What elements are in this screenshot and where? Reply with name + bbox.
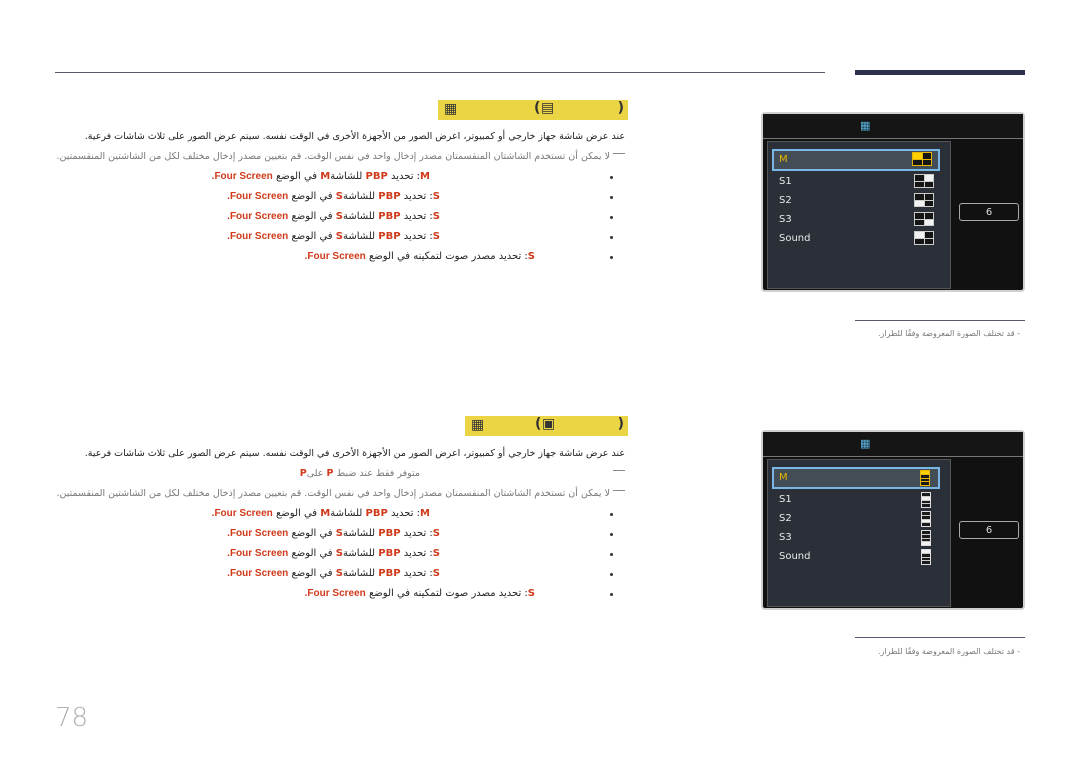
- bullet-dot: [610, 216, 613, 219]
- osd-menu: ▦ M S1 S2 S3 Sound 6: [761, 112, 1025, 292]
- bullet-item: M: تحديد PBP للشاشةM في الوضع Four Scree…: [212, 508, 615, 522]
- osd-return-button[interactable]: 6: [959, 203, 1019, 221]
- osd-header: ▦: [763, 114, 1023, 139]
- title-paren-close: ): [617, 416, 624, 432]
- bullet-item: S: تحديد PBP للشاشةS في الوضع Four Scree…: [227, 231, 615, 245]
- footnote-rule: [855, 320, 1025, 321]
- note-dash: [613, 153, 625, 154]
- intro-paragraph: عند عرض شاشة جهاز خارجي أو كمبيوتر، اعرض…: [84, 131, 625, 142]
- bullet-item: S: تحديد PBP للشاشةS في الوضع Four Scree…: [227, 211, 615, 225]
- osd-item-main[interactable]: M: [772, 149, 940, 171]
- bullet-item: S: تحديد PBP للشاشةS في الوضع Four Scree…: [227, 191, 615, 205]
- pbp-icon: ▦: [471, 417, 485, 433]
- bullet-dot: [610, 196, 613, 199]
- stacked-layout-icon: [921, 530, 931, 546]
- bullet-dot: [610, 513, 613, 516]
- osd-item-sub1[interactable]: S1: [774, 173, 940, 191]
- pbp-icon: ▦: [860, 437, 871, 450]
- osd-header: ▦: [763, 432, 1023, 457]
- bullet-dot: [610, 553, 613, 556]
- page-number: 78: [55, 703, 89, 733]
- quad-layout-icon: [914, 212, 934, 226]
- title-paren-close: ): [617, 100, 624, 116]
- bullet-dot: [610, 176, 613, 179]
- note-item: متوفر فقط عند ضبط P علىP: [300, 468, 625, 479]
- section-title-bar: ▦ ( ▣ ): [465, 416, 628, 436]
- bullet-dot: [610, 573, 613, 576]
- header-accent-bar: [855, 70, 1025, 75]
- bullet-item: S: تحديد مصدر صوت لتمكينه في الوضع Four …: [240, 588, 615, 602]
- bullet-item: S: تحديد مصدر صوت لتمكينه في الوضع Four …: [240, 251, 615, 265]
- osd-item-sub2[interactable]: S2: [774, 192, 940, 210]
- quad-layout-icon: [914, 174, 934, 188]
- bullet-dot: [610, 236, 613, 239]
- osd-item-main[interactable]: M: [772, 467, 940, 489]
- footnote-rule: [855, 637, 1025, 638]
- note-dash: [613, 470, 625, 471]
- osd-item-sub2[interactable]: S2: [774, 510, 940, 528]
- pbp-size-icon: ▤: [541, 100, 555, 116]
- bullet-item: S: تحديد PBP للشاشةS في الوضع Four Scree…: [227, 568, 615, 582]
- pbp-size-icon: ▣: [542, 416, 556, 432]
- bullet-item: M: تحديد PBP للشاشةM في الوضع Four Scree…: [212, 171, 615, 185]
- title-paren-open: (: [534, 100, 541, 116]
- header-rule: [55, 72, 825, 73]
- osd-list: M S1 S2 S3 Sound: [767, 459, 951, 607]
- bullet-dot: [610, 533, 613, 536]
- osd-item-sub1[interactable]: S1: [774, 491, 940, 509]
- footnote: - قد تختلف الصورة المعروضة وفقًا للطراز.: [877, 647, 1020, 656]
- bullet-item: S: تحديد PBP للشاشةS في الوضع Four Scree…: [227, 528, 615, 542]
- bullet-dot: [610, 256, 613, 259]
- stacked-layout-icon: [921, 492, 931, 508]
- osd-menu: ▦ M S1 S2 S3 Sound 6: [761, 430, 1025, 610]
- pbp-icon: ▦: [860, 119, 871, 132]
- intro-paragraph: عند عرض شاشة جهاز خارجي أو كمبيوتر، اعرض…: [84, 448, 625, 459]
- quad-layout-icon: [912, 152, 932, 166]
- quad-layout-icon: [914, 193, 934, 207]
- osd-item-sound[interactable]: Sound: [774, 548, 940, 566]
- note-item: لا يمكن أن تستخدم الشاشتان المنقسمتان مص…: [57, 488, 625, 499]
- stacked-layout-icon: [921, 511, 931, 527]
- bullet-item: S: تحديد PBP للشاشةS في الوضع Four Scree…: [227, 548, 615, 562]
- stacked-layout-icon: [921, 549, 931, 565]
- quad-layout-icon: [914, 231, 934, 245]
- note-item: لا يمكن أن تستخدم الشاشتان المنقسمتان مص…: [57, 151, 625, 162]
- osd-list: M S1 S2 S3 Sound: [767, 141, 951, 289]
- pbp-icon: ▦: [444, 101, 458, 117]
- osd-return-button[interactable]: 6: [959, 521, 1019, 539]
- note-dash: [613, 490, 625, 491]
- section-title-bar: ▦ ( ▤ ): [438, 100, 628, 120]
- osd-item-sub3[interactable]: S3: [774, 211, 940, 229]
- osd-item-sound[interactable]: Sound: [774, 230, 940, 248]
- bullet-dot: [610, 593, 613, 596]
- title-paren-open: (: [535, 416, 542, 432]
- footnote: - قد تختلف الصورة المعروضة وفقًا للطراز.: [877, 329, 1020, 338]
- stacked-layout-icon: [920, 470, 930, 486]
- osd-item-sub3[interactable]: S3: [774, 529, 940, 547]
